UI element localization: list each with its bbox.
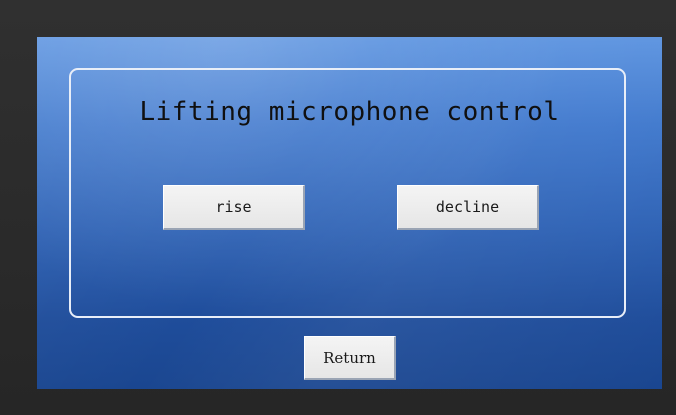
device-bezel: Lifting microphone control rise decline … bbox=[0, 0, 676, 415]
return-button[interactable]: Return bbox=[304, 336, 396, 380]
decline-button[interactable]: decline bbox=[397, 185, 539, 230]
rise-button[interactable]: rise bbox=[163, 185, 305, 230]
page-title: Lifting microphone control bbox=[139, 97, 560, 127]
touch-screen: Lifting microphone control rise decline … bbox=[37, 37, 662, 389]
